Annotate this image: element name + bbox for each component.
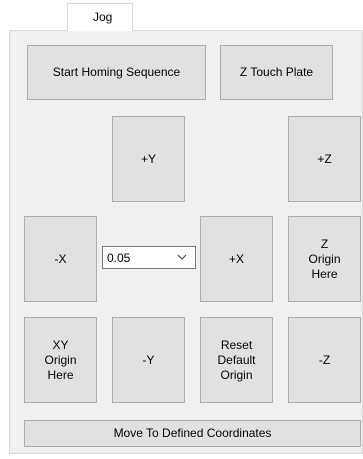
jog-minus-y-button[interactable]: -Y	[112, 317, 185, 403]
jog-plus-x-button[interactable]: +X	[200, 216, 273, 302]
tab-jog-label: Jog	[93, 10, 113, 24]
start-homing-button[interactable]: Start Homing Sequence	[27, 45, 206, 100]
jog-minus-x-button[interactable]: -X	[24, 216, 97, 302]
jog-minus-z-button[interactable]: -Z	[288, 317, 361, 403]
jog-plus-y-button[interactable]: +Y	[112, 116, 185, 202]
xy-origin-here-button[interactable]: XY Origin Here	[24, 317, 97, 403]
reset-default-origin-button[interactable]: Reset Default Origin	[200, 317, 273, 403]
tab-jog[interactable]: Jog	[67, 3, 133, 31]
z-origin-here-button[interactable]: Z Origin Here	[288, 216, 361, 302]
chevron-down-icon	[177, 254, 187, 260]
step-size-value: 0.05	[107, 251, 131, 265]
move-to-coordinates-button[interactable]: Move To Defined Coordinates	[24, 420, 361, 447]
z-touch-plate-button[interactable]: Z Touch Plate	[220, 45, 333, 100]
step-size-select[interactable]: 0.05	[102, 246, 196, 269]
jog-plus-z-button[interactable]: +Z	[288, 116, 361, 202]
